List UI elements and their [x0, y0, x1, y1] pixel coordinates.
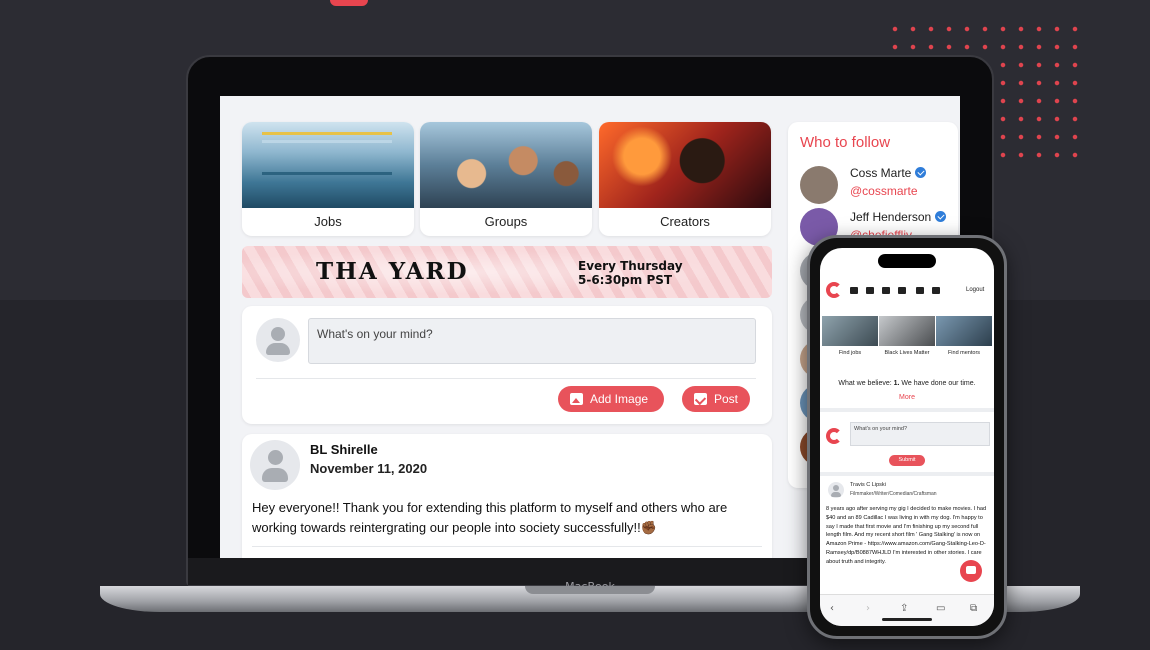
back-icon[interactable]: ‹ [830, 603, 834, 614]
mobile-tile-black-lives-matter[interactable]: Black Lives Matter [879, 316, 935, 360]
feed-post: BL Shirelle November 11, 2020 Hey everyo… [242, 434, 772, 558]
tile-label: Jobs [314, 214, 342, 229]
who-to-follow-title: Who to follow [800, 134, 891, 151]
follow-user-name[interactable]: Coss Marte [850, 166, 927, 180]
logo-icon[interactable] [826, 282, 842, 298]
banner-schedule: Every Thursday 5-6:30pm PST [578, 259, 683, 287]
avatar[interactable] [828, 482, 844, 498]
mobile-nav: Logout [820, 276, 994, 306]
mobile-tile-label: Find mentors [947, 350, 981, 356]
post-label: Post [714, 392, 739, 406]
mobile-tile-label: Find jobs [838, 350, 862, 356]
separator [820, 408, 994, 412]
mobile-tile-label: Black Lives Matter [884, 350, 930, 356]
mobile-tile-find-mentors[interactable]: Find mentors [936, 316, 992, 360]
find-jobs-image [822, 316, 878, 346]
follow-user-name[interactable]: Jeff Henderson [850, 210, 947, 224]
profile-icon[interactable] [932, 287, 940, 294]
forward-icon[interactable]: › [866, 603, 870, 614]
story-author[interactable]: Travis C Lipski [850, 482, 886, 488]
calendar-icon[interactable] [916, 287, 924, 294]
find-mentors-image [936, 316, 992, 346]
more-link[interactable]: More [820, 394, 994, 401]
post-composer: What's on your mind? Add Image Post [242, 306, 772, 424]
tile-creators[interactable]: Creators [599, 122, 771, 236]
divider [252, 546, 762, 547]
tile-label: Creators [660, 214, 710, 229]
banner-time: 5-6:30pm PST [578, 273, 673, 287]
post-date: November 11, 2020 [310, 461, 428, 476]
jobs-image [242, 122, 414, 208]
tha-yard-banner[interactable]: THA YARD Every Thursday 5-6:30pm PST [242, 246, 772, 298]
tabs-icon[interactable]: ⧉ [970, 603, 977, 614]
chat-icon[interactable] [960, 560, 982, 582]
avatar[interactable] [800, 166, 838, 204]
tile-label: Groups [484, 214, 528, 229]
laptop-notch [525, 586, 655, 594]
logo-icon [826, 428, 842, 444]
jobs-icon[interactable] [882, 287, 890, 294]
dynamic-island [878, 254, 936, 268]
post-body: Hey everyone!! Thank you for extending t… [252, 500, 728, 535]
post-author[interactable]: BL Shirelle [310, 442, 378, 457]
check-icon [694, 393, 707, 405]
belief-statement: What we believe: 1. We have done our tim… [838, 380, 976, 387]
story-role: Filmmaker/Writer/Comedian/Craftsman [850, 491, 937, 497]
avatar[interactable] [250, 440, 300, 490]
phone-device: Logout Find jobs Black Lives Matter Find… [807, 235, 1007, 639]
verified-icon [915, 167, 927, 178]
blm-image [879, 316, 935, 346]
add-image-button[interactable]: Add Image [558, 386, 664, 412]
bookmarks-icon[interactable]: ▭ [936, 603, 945, 614]
follow-user-handle[interactable]: @cossmarte [850, 184, 918, 198]
share-icon[interactable]: ⇪ [900, 603, 908, 614]
add-image-label: Add Image [590, 392, 649, 406]
logout-link[interactable]: Logout [966, 287, 984, 293]
post-button[interactable]: Post [682, 386, 750, 412]
divider [256, 378, 756, 379]
browser-toolbar: ‹ › ⇪ ▭ ⧉ [820, 594, 994, 626]
submit-button[interactable]: Submit [889, 455, 925, 466]
avatar [256, 318, 300, 362]
separator [820, 472, 994, 476]
groups-icon[interactable] [866, 287, 874, 294]
tile-groups[interactable]: Groups [420, 122, 592, 236]
story-body: 8 years ago after serving my gig I decid… [826, 506, 987, 565]
image-icon [570, 393, 583, 405]
home-indicator [882, 618, 932, 621]
phone-screen: Logout Find jobs Black Lives Matter Find… [820, 248, 994, 626]
post-input[interactable]: What's on your mind? [308, 318, 756, 364]
groups-image [420, 122, 592, 208]
decorative-red-tab [330, 0, 368, 6]
creators-image [599, 122, 771, 208]
home-icon[interactable] [850, 287, 858, 294]
banner-day: Every Thursday [578, 259, 683, 273]
verified-icon [935, 211, 947, 222]
messages-icon[interactable] [898, 287, 906, 294]
mobile-post-input[interactable]: What's on your mind? [850, 422, 990, 446]
tile-jobs[interactable]: Jobs [242, 122, 414, 236]
mobile-tile-find-jobs[interactable]: Find jobs [822, 316, 878, 360]
banner-title: THA YARD [316, 258, 469, 285]
